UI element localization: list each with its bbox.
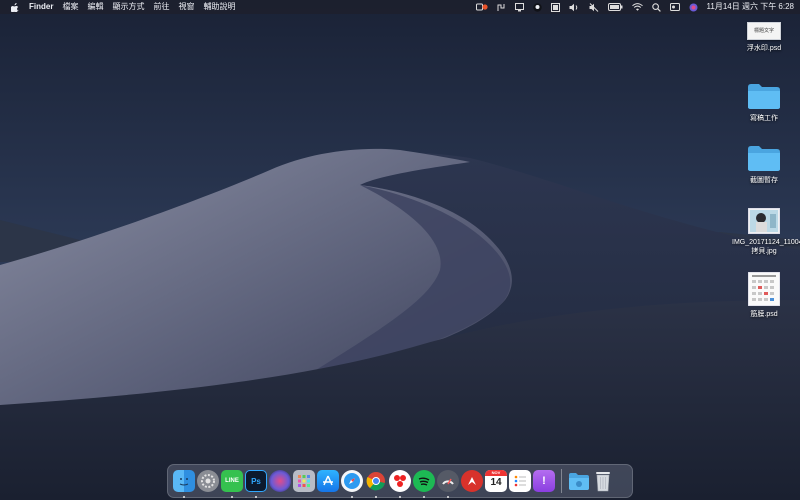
dock: LINE Ps NOV 14 !	[167, 464, 633, 498]
siri-icon	[269, 470, 291, 492]
dock-app-safari[interactable]	[341, 470, 363, 498]
folder-icon	[748, 84, 780, 109]
volume-icon[interactable]	[569, 0, 580, 14]
folder-icon	[748, 146, 780, 171]
dock-trash[interactable]	[592, 470, 614, 492]
dock-app-calendar[interactable]: NOV 14	[485, 470, 507, 492]
display-icon[interactable]	[514, 0, 524, 14]
chrome-icon	[365, 470, 387, 492]
dock-app-finder[interactable]	[173, 470, 195, 498]
dock-app-dots[interactable]	[389, 470, 411, 498]
dock-separator	[561, 469, 562, 493]
paw-icon	[461, 470, 483, 492]
mute-icon[interactable]	[589, 0, 599, 14]
dock-app-paw[interactable]	[461, 470, 483, 492]
monitor-icon	[437, 470, 459, 492]
gear-icon	[197, 470, 219, 492]
desktop-item-fascia-psd[interactable]: 筋膜.psd	[732, 272, 796, 319]
desktop-wallpaper	[0, 0, 800, 500]
dock-app-spotify[interactable]	[413, 470, 435, 498]
calendar-document-icon	[748, 272, 780, 306]
spotify-icon	[413, 470, 435, 492]
line-glyph: LINE	[225, 478, 239, 484]
menu-edit[interactable]: 編輯	[87, 0, 103, 14]
app-store-icon	[317, 470, 339, 492]
control-center-icon[interactable]	[669, 0, 680, 14]
reminders-icon	[509, 470, 531, 492]
dock-app-launchpad[interactable]	[293, 470, 315, 492]
line-icon: LINE	[221, 470, 243, 492]
broadcast-icon[interactable]	[497, 0, 506, 14]
feedback-glyph: !	[542, 475, 546, 487]
safari-icon	[341, 470, 363, 492]
menu-bar: Finder 檔案 編輯 顯示方式 前往 視窗 輔助說明 11月14日 週六 下…	[0, 0, 800, 14]
dock-downloads-folder[interactable]	[568, 470, 590, 492]
desktop-item-label: 截圖暫存	[750, 177, 778, 184]
photoshop-icon: Ps	[245, 470, 267, 492]
dock-app-reminders[interactable]	[509, 470, 531, 492]
dock-app-feedback[interactable]: !	[533, 470, 555, 492]
feedback-icon: !	[533, 470, 555, 492]
launchpad-icon	[293, 470, 315, 492]
dock-app-chrome[interactable]	[365, 470, 387, 498]
desktop-item-image-jpg[interactable]: IMG_20171124_110041 拷貝.jpg	[732, 208, 800, 256]
dock-app-system-preferences[interactable]	[197, 470, 219, 492]
menu-go[interactable]: 前往	[153, 0, 169, 14]
desktop-folder-writing[interactable]: 寫稿工作	[732, 82, 796, 123]
photo-thumbnail-icon	[748, 208, 780, 234]
desktop-item-label: 浮水印.psd	[746, 45, 782, 52]
menu-file[interactable]: 檔案	[62, 0, 78, 14]
menu-help[interactable]: 輔助說明	[203, 0, 235, 14]
calendar-day: 14	[490, 477, 502, 488]
screen-record-icon[interactable]	[475, 0, 488, 14]
keyboard-input-icon[interactable]	[550, 0, 560, 14]
menubar-clock[interactable]: 11月14日 週六 下午 6:28	[707, 0, 794, 14]
finder-icon	[173, 470, 195, 492]
red-dots-icon	[389, 470, 411, 492]
menu-view[interactable]: 顯示方式	[112, 0, 144, 14]
photoshop-glyph: Ps	[251, 476, 261, 486]
search-icon[interactable]	[651, 0, 661, 14]
desktop-item-label: 寫稿工作	[750, 115, 778, 122]
downloads-folder-icon	[569, 473, 589, 490]
trash-icon	[596, 472, 610, 492]
desktop-item-label: IMG_20171124_110041 拷貝.jpg	[732, 239, 800, 255]
calendar-icon: NOV 14	[485, 470, 507, 492]
dock-app-app-store[interactable]	[317, 470, 339, 492]
menu-app-finder[interactable]: Finder	[29, 0, 53, 14]
dock-app-siri[interactable]	[269, 470, 291, 492]
dock-app-line[interactable]: LINE	[221, 470, 243, 498]
dock-app-monitor[interactable]	[437, 470, 459, 498]
psd-thumbnail: 標題文字	[747, 22, 781, 40]
desktop-folder-screenshots[interactable]: 截圖暫存	[732, 144, 796, 185]
watermark-thumb-text: 標題文字	[753, 27, 774, 34]
battery-icon[interactable]	[607, 0, 623, 14]
apple-menu-icon[interactable]	[10, 0, 20, 14]
github-icon[interactable]	[532, 0, 542, 14]
desktop-item-watermark-psd[interactable]: 標題文字 浮水印.psd	[732, 22, 796, 53]
dock-app-photoshop[interactable]: Ps	[245, 470, 267, 498]
menu-window[interactable]: 視窗	[178, 0, 194, 14]
wifi-icon[interactable]	[631, 0, 643, 14]
desktop-item-label: 筋膜.psd	[750, 311, 778, 318]
siri-icon[interactable]	[689, 0, 698, 14]
